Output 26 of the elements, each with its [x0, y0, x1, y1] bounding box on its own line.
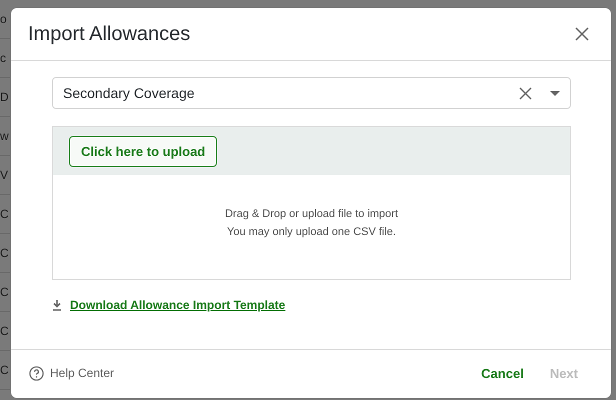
coverage-select[interactable]: Secondary Coverage: [52, 77, 571, 109]
background-text: C: [0, 207, 9, 221]
background-text: o: [0, 12, 7, 26]
dropdown-caret-icon[interactable]: [550, 90, 560, 96]
close-icon: [575, 27, 589, 41]
background-text: C: [0, 285, 9, 299]
background-text: C: [0, 324, 9, 338]
background-text: V: [0, 168, 8, 182]
download-icon: [52, 300, 62, 310]
background-text: D: [0, 90, 9, 104]
upload-hint: Drag & Drop or upload file to import: [224, 208, 398, 220]
background-text: C: [0, 246, 9, 260]
help-icon: [29, 366, 44, 380]
dialog-title: Import Allowances: [28, 22, 190, 46]
background-text: c: [0, 51, 6, 65]
close-button[interactable]: [573, 25, 591, 43]
help-center-link[interactable]: Help Center: [29, 366, 456, 380]
background-text: w: [0, 129, 9, 143]
footer-button[interactable]: Cancel: [481, 366, 524, 380]
background-text: C: [0, 363, 9, 377]
upload-button[interactable]: Click here to upload: [69, 136, 218, 166]
template-link[interactable]: Download Allowance Import Template: [70, 298, 286, 312]
select-value: Secondary Coverage: [63, 85, 196, 101]
clear-icon[interactable]: [519, 86, 532, 100]
upload-hint: You may only upload one CSV file.: [227, 226, 396, 238]
upload-dropzone[interactable]: Click here to upload Drag & Drop or upload file to import You may only upload one CSV file.: [52, 126, 571, 280]
